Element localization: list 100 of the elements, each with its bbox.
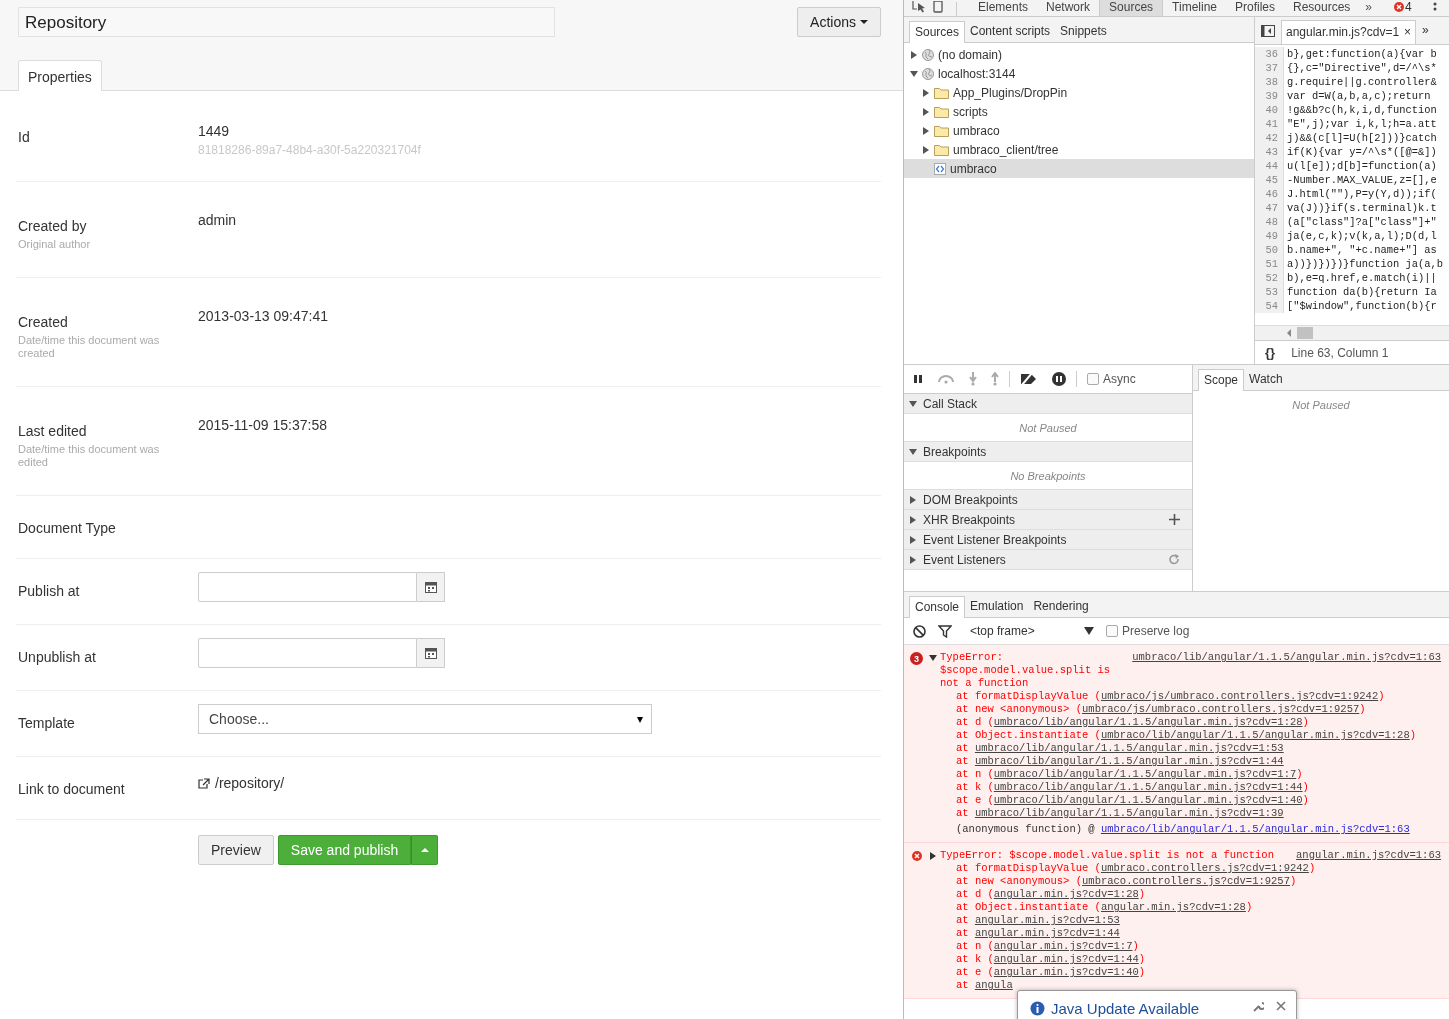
sidebar-tab[interactable]: Watch bbox=[1244, 369, 1288, 390]
collapsed-triangle-icon[interactable] bbox=[922, 107, 930, 116]
document-link[interactable]: /repository/ bbox=[215, 775, 285, 791]
horizontal-scrollbar[interactable] bbox=[1255, 325, 1449, 340]
panel-tab[interactable]: Profiles bbox=[1226, 0, 1284, 16]
pretty-print-button[interactable]: {} bbox=[1265, 345, 1276, 360]
error-count[interactable]: 4 bbox=[1405, 0, 1412, 14]
stack-frame: at bbox=[956, 914, 975, 926]
tree-item[interactable]: localhost:3144 bbox=[904, 64, 1254, 83]
tree-item[interactable]: (no domain) bbox=[904, 45, 1254, 64]
collapsed-triangle-icon[interactable] bbox=[922, 126, 930, 135]
source-link[interactable]: umbraco/lib/angular/1.1.5/angular.min.js?cdv=1:63 bbox=[1132, 651, 1441, 664]
toggle-navigator-icon[interactable] bbox=[1261, 25, 1275, 37]
expanded-triangle-icon[interactable] bbox=[910, 69, 918, 78]
calendar-button[interactable] bbox=[417, 638, 445, 668]
stack-frame: at Object.instantiate ( bbox=[956, 901, 1101, 913]
navigator-tab[interactable]: Sources bbox=[909, 21, 966, 43]
tree-item[interactable]: umbraco_client/tree bbox=[904, 140, 1254, 159]
stack-link[interactable]: umbraco/lib/angular/1.1.5/angular.min.js?cdv=1:7 bbox=[993, 768, 1297, 780]
stack-link[interactable]: angula bbox=[974, 979, 1013, 991]
stack-link[interactable]: umbraco/js/umbraco.controllers.js?cdv=1:9242 bbox=[1100, 690, 1379, 702]
stack-link[interactable]: umbraco/lib/angular/1.1.5/angular.min.js?cdv=1:44 bbox=[993, 781, 1303, 793]
panel-tab[interactable]: Timeline bbox=[1163, 0, 1226, 16]
stack-link[interactable]: angular.min.js?cdv=1:44 bbox=[974, 927, 1120, 939]
stack-link[interactable]: angular.min.js?cdv=1:7 bbox=[993, 940, 1133, 952]
collapsed-triangle-icon[interactable] bbox=[922, 145, 930, 154]
tree-item[interactable]: umbraco bbox=[904, 121, 1254, 140]
stack-frame: at new <anonymous> ( bbox=[956, 875, 1083, 887]
date-field[interactable] bbox=[198, 572, 417, 602]
navigator-tab[interactable]: Content scripts bbox=[965, 21, 1056, 42]
inspect-icon[interactable] bbox=[912, 1, 926, 13]
stack-link[interactable]: umbraco/lib/angular/1.1.5/angular.min.js?cdv=1:40 bbox=[993, 794, 1303, 806]
stack-link[interactable]: angular.min.js?cdv=1:28 bbox=[1100, 901, 1246, 913]
stack-link[interactable]: umbraco/lib/angular/1.1.5/angular.min.js?cdv=1:39 bbox=[974, 807, 1284, 819]
panel-tab[interactable]: Network bbox=[1037, 0, 1100, 16]
stack-link[interactable]: umbraco/js/umbraco.controllers.js?cdv=1:9257 bbox=[1082, 703, 1360, 715]
more-tabs-button[interactable]: » bbox=[1365, 0, 1373, 16]
pause-on-exceptions-icon[interactable] bbox=[1052, 372, 1066, 386]
deactivate-breakpoints-icon[interactable] bbox=[1020, 373, 1038, 385]
panel-tab[interactable]: Sources bbox=[1099, 0, 1164, 16]
stack-link[interactable]: umbraco/lib/angular/1.1.5/angular.min.js?cdv=1:28 bbox=[1100, 729, 1410, 741]
preview-button[interactable]: Preview bbox=[198, 835, 274, 865]
properties-tab[interactable]: Properties bbox=[18, 60, 102, 91]
section-header[interactable]: XHR Breakpoints bbox=[904, 510, 1192, 530]
section-header[interactable]: Event Listener Breakpoints bbox=[904, 530, 1192, 550]
stack-link[interactable]: angular.min.js?cdv=1:53 bbox=[974, 914, 1120, 926]
template-select[interactable]: Choose... bbox=[198, 704, 652, 734]
property-value: 2013-03-13 09:47:41 bbox=[198, 308, 329, 324]
close-tab-button[interactable]: × bbox=[1404, 25, 1412, 39]
more-options-button[interactable] bbox=[411, 835, 439, 865]
context-dropdown[interactable]: <top frame> bbox=[970, 624, 1094, 638]
tree-item[interactable]: umbraco bbox=[904, 159, 1254, 178]
collapsed-triangle-icon[interactable] bbox=[922, 88, 930, 97]
panel-tab[interactable]: Resources bbox=[1284, 0, 1360, 16]
line-number: 45 bbox=[1255, 173, 1284, 187]
stack-link[interactable]: umbraco.controllers.js?cdv=1:9242 bbox=[1100, 862, 1309, 874]
more-files-button[interactable]: » bbox=[1422, 23, 1429, 37]
section-header[interactable]: Breakpoints bbox=[904, 442, 1192, 462]
stack-frame: ) bbox=[1302, 716, 1309, 728]
tree-item[interactable]: scripts bbox=[904, 102, 1254, 121]
stack-link[interactable]: umbraco/lib/angular/1.1.5/angular.min.js?cdv=1:28 bbox=[993, 716, 1303, 728]
file-tab[interactable]: angular.min.js?cdv=1 × bbox=[1281, 20, 1417, 44]
close-icon[interactable] bbox=[1276, 1001, 1286, 1011]
stack-link[interactable]: angular.min.js?cdv=1:28 bbox=[993, 888, 1139, 900]
actions-button[interactable]: Actions bbox=[797, 7, 881, 37]
navigator-tab[interactable]: Snippets bbox=[1055, 21, 1112, 42]
stack-link[interactable]: umbraco/lib/angular/1.1.5/angular.min.js?cdv=1:44 bbox=[974, 755, 1284, 767]
line-number: 51 bbox=[1255, 257, 1284, 271]
source-link[interactable]: angular.min.js?cdv=1:63 bbox=[1296, 849, 1441, 862]
name-field[interactable]: Repository bbox=[18, 7, 555, 37]
pause-icon[interactable] bbox=[913, 374, 923, 384]
line-number: 49 bbox=[1255, 229, 1284, 243]
drawer-tab[interactable]: Rendering bbox=[1028, 596, 1094, 617]
stack-link[interactable]: angular.min.js?cdv=1:44 bbox=[993, 953, 1139, 965]
preserve-log-checkbox[interactable] bbox=[1106, 625, 1118, 637]
collapsed-triangle-icon[interactable] bbox=[929, 852, 937, 860]
filter-icon[interactable] bbox=[938, 624, 952, 638]
section-header[interactable]: Call Stack bbox=[904, 394, 1192, 414]
calendar-button[interactable] bbox=[417, 572, 445, 602]
device-icon[interactable] bbox=[933, 1, 943, 13]
drawer-tab[interactable]: Emulation bbox=[965, 596, 1029, 617]
panel-tab[interactable]: Elements bbox=[969, 0, 1038, 16]
clear-console-icon[interactable] bbox=[913, 624, 926, 638]
section-header[interactable]: DOM Breakpoints bbox=[904, 490, 1192, 510]
date-field[interactable] bbox=[198, 638, 417, 668]
folder-icon bbox=[934, 86, 949, 99]
tree-item[interactable]: App_Plugins/DropPin bbox=[904, 83, 1254, 102]
expanded-triangle-icon[interactable] bbox=[929, 654, 937, 662]
sidebar-tab[interactable]: Scope bbox=[1198, 369, 1245, 391]
drawer-tab[interactable]: Console bbox=[909, 596, 966, 618]
section-header[interactable]: Event Listeners bbox=[904, 550, 1192, 570]
code-line: ["$window",function(b){r bbox=[1286, 299, 1437, 313]
origin-link[interactable]: umbraco/lib/angular/1.1.5/angular.min.js?cdv=1:63 bbox=[1100, 823, 1410, 835]
stack-link[interactable]: umbraco/lib/angular/1.1.5/angular.min.js?cdv=1:53 bbox=[974, 742, 1284, 754]
stack-link[interactable]: angular.min.js?cdv=1:40 bbox=[993, 966, 1139, 978]
line-number: 44 bbox=[1255, 159, 1284, 173]
collapsed-triangle-icon[interactable] bbox=[910, 50, 918, 59]
stack-link[interactable]: umbraco.controllers.js?cdv=1:9257 bbox=[1082, 875, 1290, 887]
async-checkbox[interactable] bbox=[1087, 373, 1099, 385]
add-icon[interactable] bbox=[1169, 514, 1180, 525]
